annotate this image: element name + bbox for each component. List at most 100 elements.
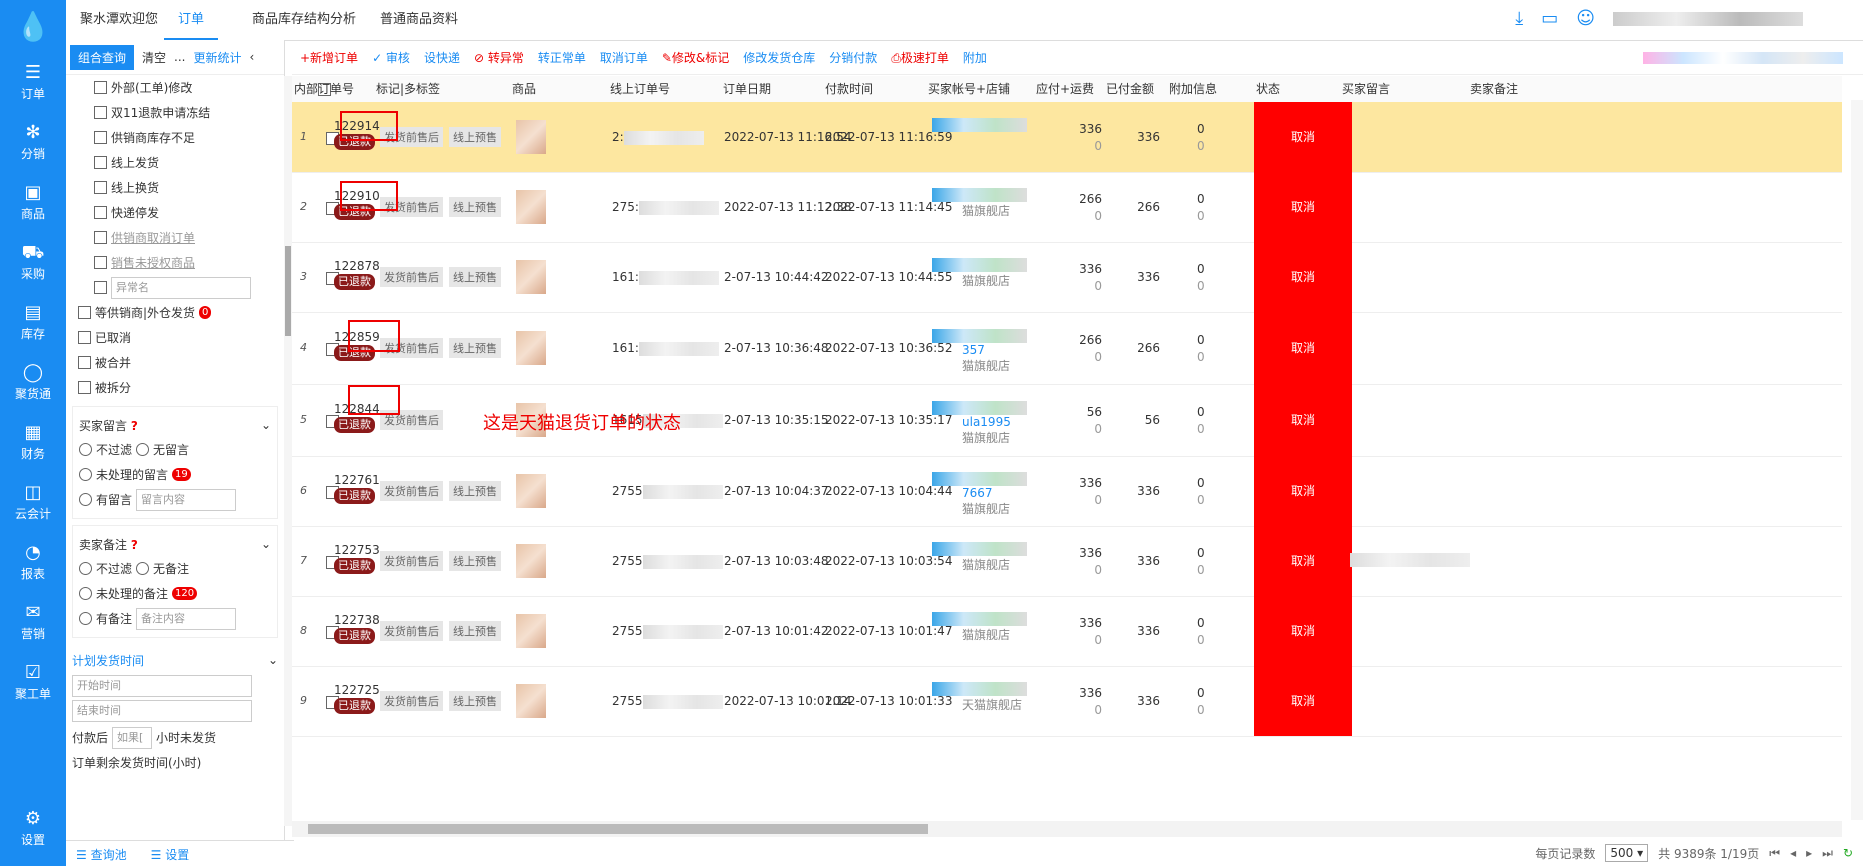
filter-option[interactable]: 已取消	[78, 325, 284, 350]
checkbox[interactable]	[94, 106, 107, 119]
checkbox[interactable]	[94, 281, 107, 294]
column-header[interactable]: 买家留言	[1342, 76, 1390, 102]
scrollbar-thumb[interactable]	[285, 246, 291, 336]
help-icon[interactable]: ?	[131, 419, 138, 433]
tab-product-info[interactable]: 普通商品资料	[366, 0, 472, 40]
toolbar-button-7[interactable]: 修改发货仓库	[743, 49, 815, 66]
radio[interactable]	[79, 493, 92, 506]
product-thumbnail[interactable]	[516, 190, 546, 224]
chevron-down-icon[interactable]: ⌄	[268, 653, 278, 667]
online-order-id[interactable]: 161:	[612, 341, 719, 356]
tab-stock-analysis[interactable]: 商品库存结构分析	[238, 0, 370, 40]
filter-option[interactable]: 线上换货	[94, 175, 284, 200]
filter-option[interactable]: 外部(工单)修改	[94, 75, 284, 100]
buyer-shop[interactable]: 猫旗舰店	[932, 257, 1027, 289]
filter-option[interactable]: 线上发货	[94, 150, 284, 175]
plan-ship-time-title[interactable]: 计划发货时间	[72, 652, 144, 669]
status-cell[interactable]: 取消	[1254, 456, 1352, 526]
radio[interactable]	[79, 562, 92, 575]
toolbar-button-2[interactable]: 设快递	[424, 49, 460, 66]
table-row[interactable]: 4 122859 已退款 发货前售后 线上预售 161: 2-07-13 10:36:48 2…	[292, 312, 1842, 385]
product-thumbnail[interactable]	[516, 120, 546, 154]
order-id[interactable]: 122738	[334, 613, 380, 627]
column-header[interactable]: 买家帐号+店铺	[928, 76, 1010, 102]
refresh-icon[interactable]: ↻	[1843, 846, 1853, 860]
checkbox[interactable]	[78, 381, 91, 394]
help-icon[interactable]: ?	[131, 538, 138, 552]
column-header[interactable]: 商品	[512, 76, 536, 102]
status-cell[interactable]: 取消	[1254, 242, 1352, 312]
radio[interactable]	[79, 468, 92, 481]
query-pool-link[interactable]: ☰ 查询池	[76, 846, 127, 863]
toolbar-button-6[interactable]: ✎修改&标记	[662, 49, 729, 66]
start-time-input[interactable]: 开始时间	[72, 675, 252, 697]
table-row[interactable]: 1122914已退款详改发货前售后线上预售2:2022-07-13 11:16:…	[292, 102, 1842, 173]
next-page-icon[interactable]: ▸	[1806, 846, 1812, 860]
last-page-icon[interactable]: ⏭	[1822, 846, 1833, 861]
page-size-select[interactable]: 500 ▾	[1605, 844, 1649, 862]
filter-option[interactable]: 供销商取消订单	[94, 225, 284, 250]
nav-item-9[interactable]: ✉ 营销	[0, 592, 66, 652]
prev-page-icon[interactable]: ◂	[1790, 846, 1796, 860]
column-header[interactable]: 应付+运费	[1036, 76, 1094, 102]
checkbox[interactable]	[94, 156, 107, 169]
buyer-shop[interactable]: ula1995 猫旗舰店	[932, 400, 1027, 446]
status-cell[interactable]: 取消	[1254, 526, 1352, 596]
toolbar-button-3[interactable]: ⊘ 转异常	[474, 49, 524, 66]
product-thumbnail[interactable]	[516, 684, 546, 718]
checkbox[interactable]	[78, 306, 91, 319]
buyer-shop[interactable]: 7667 猫旗舰店	[932, 471, 1027, 517]
column-header[interactable]: 内部订单号	[294, 76, 354, 102]
filter-option[interactable]: 快递停发	[94, 200, 284, 225]
checkbox[interactable]	[78, 356, 91, 369]
product-thumbnail[interactable]	[516, 544, 546, 578]
clear-button[interactable]: 清空	[142, 49, 166, 66]
product-thumbnail[interactable]	[516, 260, 546, 294]
grid-vertical-scrollbar[interactable]	[1851, 100, 1863, 820]
toolbar-button-10[interactable]: 附加	[963, 49, 987, 66]
toolbar-button-4[interactable]: 转正常单	[538, 49, 586, 66]
radio[interactable]	[79, 443, 92, 456]
scrollbar-thumb[interactable]	[308, 824, 928, 834]
filter-option[interactable]: 被拆分	[78, 375, 284, 400]
checkbox[interactable]	[94, 181, 107, 194]
toolbar-button-0[interactable]: +新增订单	[300, 49, 358, 66]
chat-icon[interactable]: ▭	[1541, 8, 1558, 29]
first-page-icon[interactable]: ⏮	[1769, 846, 1780, 861]
nav-item-10[interactable]: ☑ 聚工单	[0, 652, 66, 712]
toolbar-button-1[interactable]: ✓ 审核	[372, 49, 410, 66]
grid-horizontal-scrollbar[interactable]	[292, 821, 1842, 837]
buyer-message-input[interactable]: 留言内容	[136, 488, 237, 511]
nav-settings[interactable]: ⚙ 设置	[0, 798, 66, 858]
nav-item-2[interactable]: ▣ 商品	[0, 172, 66, 232]
filter-option[interactable]: 双11退款申请冻结	[94, 100, 284, 125]
collapse-icon[interactable]: ‹	[250, 50, 255, 64]
status-cell[interactable]: 取消	[1254, 596, 1352, 666]
table-row[interactable]: 6 122761 已退款 发货前售后 线上预售 2755 2-07-13 10:04:37 2…	[292, 456, 1842, 527]
filter-option[interactable]: 供销商库存不足	[94, 125, 284, 150]
status-cell[interactable]: 取消	[1254, 384, 1352, 456]
nav-item-5[interactable]: ◯ 聚货通	[0, 352, 66, 412]
abnormal-name-input[interactable]: 异常名	[111, 276, 251, 299]
status-cell[interactable]: 取消	[1254, 102, 1352, 172]
order-id[interactable]: 122878	[334, 259, 380, 273]
seller-note-input[interactable]: 备注内容	[136, 607, 237, 630]
chevron-down-icon[interactable]: ⌄	[261, 537, 271, 551]
buyer-shop[interactable]	[932, 117, 1027, 132]
tab-orders[interactable]: 订单	[164, 0, 219, 40]
refresh-stats-button[interactable]: 更新统计	[193, 49, 241, 66]
status-cell[interactable]: 取消	[1254, 172, 1352, 242]
column-header[interactable]: 状态	[1256, 76, 1280, 102]
buyer-shop[interactable]: 猫旗舰店	[932, 187, 1027, 219]
toolbar-button-8[interactable]: 分销付款	[829, 49, 877, 66]
user-name[interactable]	[1613, 11, 1803, 26]
filter-option[interactable]: 销售未授权商品	[94, 250, 284, 275]
nav-item-8[interactable]: ◔ 报表	[0, 532, 66, 592]
column-header[interactable]: 已付金额	[1106, 76, 1154, 102]
product-thumbnail[interactable]	[516, 474, 546, 508]
radio[interactable]	[136, 562, 150, 575]
buyer-shop[interactable]: 357 猫旗舰店	[932, 328, 1027, 374]
checkbox[interactable]	[94, 81, 107, 94]
toolbar-button-9[interactable]: ⎙极速打单	[891, 49, 949, 66]
online-order-id[interactable]: 2755	[612, 694, 723, 709]
